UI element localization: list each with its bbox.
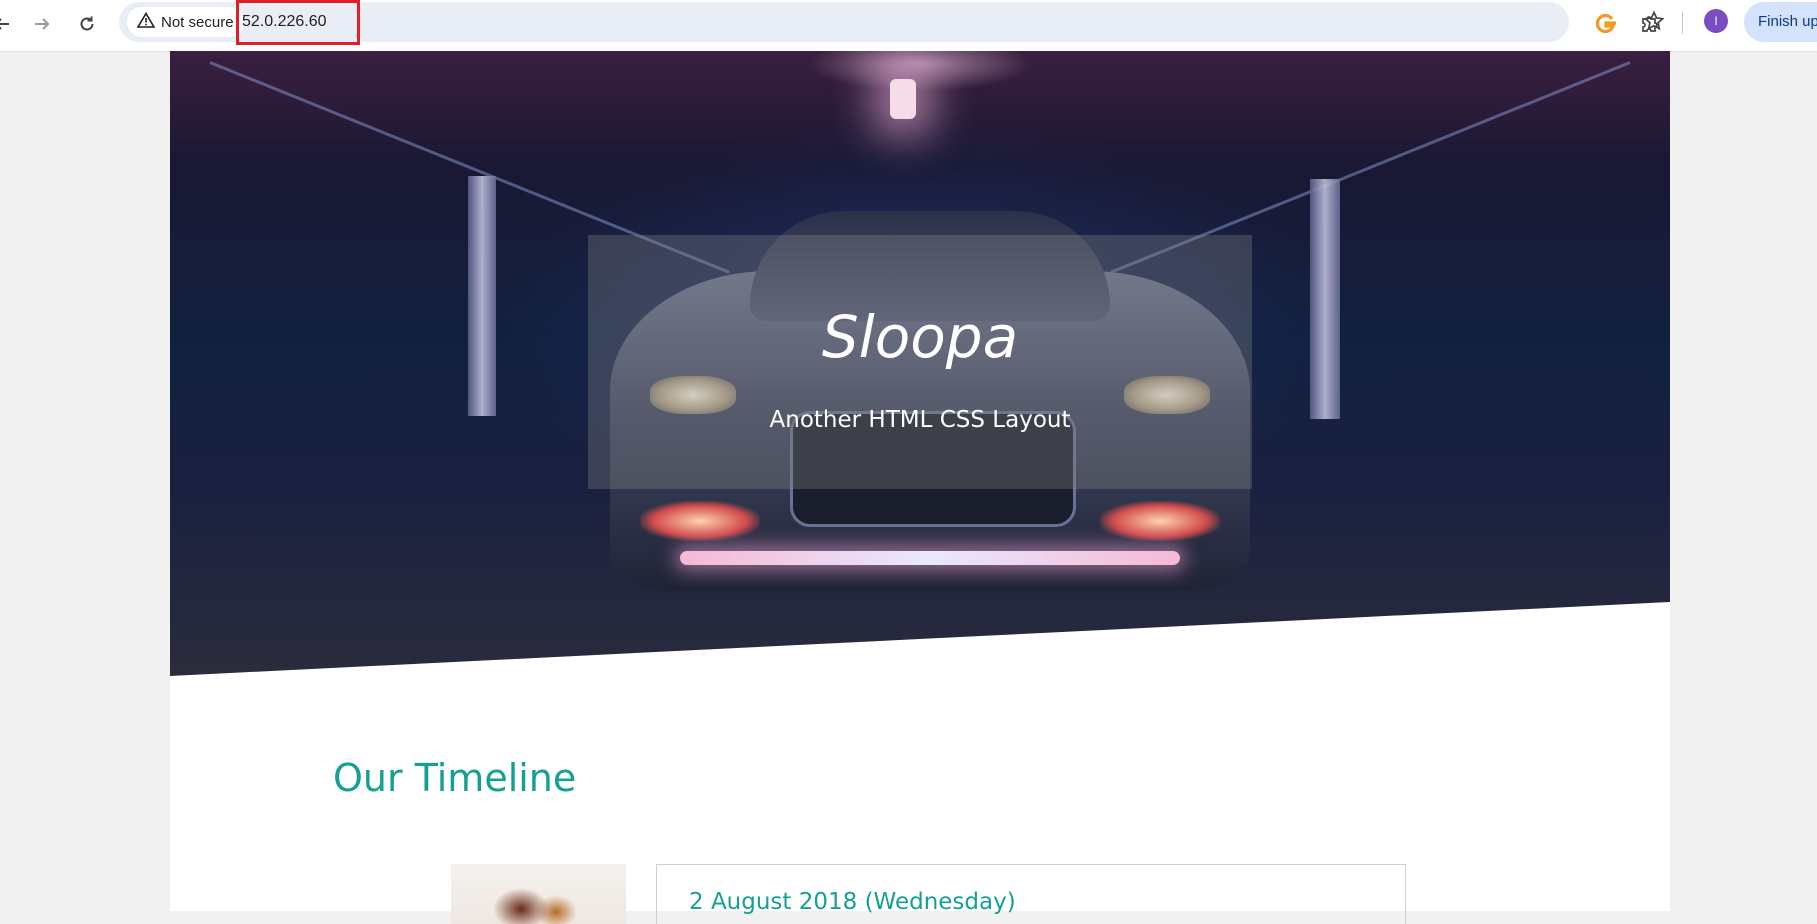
browser-toolbar: Not secure 52.0.226.60 I Finish up — [0, 0, 1817, 52]
reload-icon[interactable] — [71, 8, 103, 40]
url-highlight-box — [236, 0, 360, 45]
warning-icon — [136, 11, 156, 32]
avatar[interactable]: I — [1704, 9, 1728, 33]
garage-pillar — [468, 176, 496, 416]
hero-title: Sloopa — [821, 303, 1019, 371]
timeline-heading: Our Timeline — [333, 756, 577, 800]
garage-pillar — [1310, 179, 1340, 419]
finish-button[interactable]: Finish up — [1744, 2, 1817, 42]
back-icon[interactable] — [0, 8, 18, 40]
timeline-thumbnail — [451, 864, 626, 924]
hero-banner: Sloopa Another HTML CSS Layout — [170, 51, 1670, 676]
timeline-date[interactable]: 2 August 2018 (Wednesday) — [689, 889, 1016, 915]
hero-text-box: Sloopa Another HTML CSS Layout — [588, 235, 1252, 489]
hero-subtitle: Another HTML CSS Layout — [769, 407, 1071, 433]
page-container: Sloopa Another HTML CSS Layout Our Timel… — [170, 51, 1670, 924]
security-label: Not secure — [161, 13, 234, 31]
toolbar-divider — [1682, 12, 1683, 34]
puzzle-icon[interactable] — [1634, 8, 1666, 40]
security-chip[interactable]: Not secure — [127, 7, 244, 37]
timeline-card: 2 August 2018 (Wednesday) — [656, 864, 1406, 924]
extension-g-icon[interactable] — [1589, 8, 1621, 40]
forward-icon[interactable] — [26, 8, 58, 40]
ceiling-lamp — [890, 79, 916, 119]
